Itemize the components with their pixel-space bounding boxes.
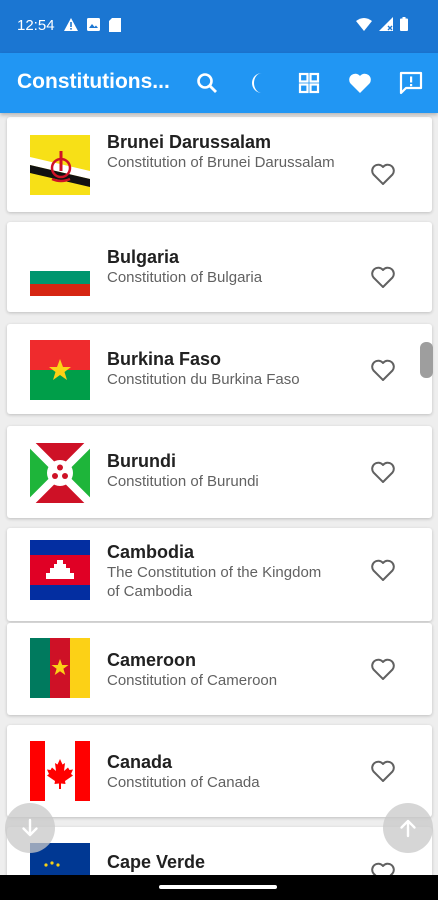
navigation-bar	[0, 875, 438, 900]
favorite-heart-icon[interactable]	[369, 356, 397, 384]
list-item-text: Brunei Darussalam Constitution of Brunei…	[107, 131, 337, 172]
status-system-icons	[356, 17, 408, 31]
constitution-name: Constitution of Canada	[107, 774, 260, 791]
list-item[interactable]: Canada Constitution of Canada	[7, 725, 432, 817]
list-item-text: Cambodia The Constitution of the Kingdom…	[107, 541, 337, 601]
cameroon-flag	[30, 638, 90, 698]
bulgaria-flag	[30, 259, 90, 296]
constitution-name: Constitution of Brunei Darussalam	[107, 154, 335, 171]
favorites-button[interactable]	[345, 69, 375, 97]
sd-card-icon	[109, 18, 121, 32]
image-icon	[87, 18, 100, 31]
favorite-heart-icon[interactable]	[369, 556, 397, 584]
favorite-heart-icon[interactable]	[369, 859, 397, 875]
list-item-text: Cameroon Constitution of Cameroon	[107, 649, 337, 690]
country-name: Burundi	[107, 451, 176, 471]
scroll-up-button[interactable]	[383, 803, 433, 853]
app-bar: Constitutions...	[0, 53, 438, 113]
favorite-heart-icon[interactable]	[369, 160, 397, 188]
feedback-button[interactable]	[396, 69, 426, 97]
status-notification-icons	[64, 18, 121, 32]
cambodia-flag	[30, 540, 90, 600]
home-gesture-handle[interactable]	[159, 885, 277, 889]
country-name: Bulgaria	[107, 247, 180, 267]
constitution-name: The Constitution of the Kingdom of Cambo…	[107, 564, 322, 600]
scroll-down-icon	[22, 818, 38, 837]
list-item[interactable]: Bulgaria Constitution of Bulgaria	[7, 222, 432, 312]
list-item[interactable]: Cameroon Constitution of Cameroon	[7, 623, 432, 715]
country-name: Cape Verde	[107, 852, 206, 872]
scrollbar-thumb[interactable]	[420, 342, 433, 378]
favorite-heart-icon[interactable]	[369, 458, 397, 486]
constitution-name: Constitution du Burkina Faso	[107, 371, 300, 388]
list-item[interactable]: Burundi Constitution of Burundi	[7, 426, 432, 518]
grid-view-icon	[298, 72, 320, 94]
burundi-flag	[30, 443, 90, 503]
status-time: 12:54	[17, 17, 55, 34]
list-item-text: Bulgaria Constitution of Bulgaria	[107, 246, 337, 287]
brunei-flag	[30, 135, 90, 195]
favorite-heart-icon[interactable]	[369, 263, 397, 291]
dark-mode-button[interactable]	[243, 69, 273, 97]
burkina-faso-flag	[30, 340, 90, 400]
scroll-up-icon	[400, 819, 416, 838]
list-item-text: Burundi Constitution of Burundi	[107, 450, 337, 491]
list-item-text: Burkina Faso Constitution du Burkina Fas…	[107, 348, 337, 389]
constitution-name: Constitution of Cameroon	[107, 672, 278, 689]
app-bar-actions	[192, 69, 426, 97]
constitution-list[interactable]: Brunei Darussalam Constitution of Brunei…	[0, 113, 438, 875]
country-name: Cambodia	[107, 542, 195, 562]
country-name: Brunei Darussalam	[107, 132, 272, 152]
wifi-icon	[356, 17, 372, 31]
list-item[interactable]: Cape Verde	[7, 827, 432, 875]
list-item-text: Canada Constitution of Canada	[107, 751, 337, 792]
canada-flag	[30, 741, 90, 801]
list-item[interactable]: Brunei Darussalam Constitution of Brunei…	[7, 117, 432, 212]
favorites-heart-icon	[349, 73, 371, 93]
constitution-name: Constitution of Burundi	[107, 473, 259, 490]
warning-icon	[64, 18, 78, 31]
country-name: Burkina Faso	[107, 349, 222, 369]
status-bar: 12:54	[0, 0, 438, 53]
scroll-down-button[interactable]	[5, 803, 55, 853]
app-title: Constitutions...	[17, 70, 170, 93]
country-name: Canada	[107, 752, 173, 772]
favorite-heart-icon[interactable]	[369, 655, 397, 683]
signal-icon	[379, 17, 393, 31]
dark-mode-icon	[252, 73, 262, 93]
feedback-icon	[399, 71, 423, 95]
grid-view-button[interactable]	[294, 69, 324, 97]
list-item-text: Cape Verde	[107, 851, 337, 873]
battery-icon	[400, 17, 408, 31]
search-icon	[197, 73, 217, 93]
favorite-heart-icon[interactable]	[369, 757, 397, 785]
constitution-name: Constitution of Bulgaria	[107, 269, 263, 286]
search-button[interactable]	[192, 69, 222, 97]
list-item[interactable]: Burkina Faso Constitution du Burkina Fas…	[7, 324, 432, 414]
country-name: Cameroon	[107, 650, 197, 670]
list-item[interactable]: Cambodia The Constitution of the Kingdom…	[7, 528, 432, 621]
